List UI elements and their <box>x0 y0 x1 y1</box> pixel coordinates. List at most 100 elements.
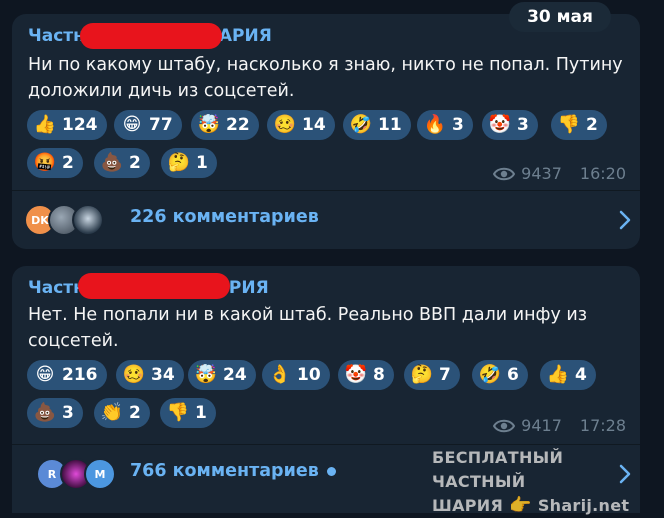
commenter-avatars: R M <box>24 458 124 490</box>
avatar <box>72 204 104 236</box>
thinking-face-icon: 🤔 <box>167 152 191 173</box>
reaction-count: 2 <box>62 153 74 173</box>
reaction-count: 4 <box>575 365 587 385</box>
reaction-pill[interactable]: 🤔 7 <box>404 360 460 390</box>
reaction-count: 2 <box>129 153 141 173</box>
avatar: M <box>84 458 116 490</box>
author-name-prefix: Частн <box>28 26 85 46</box>
comments-bar[interactable]: DK 226 комментариев <box>12 192 640 248</box>
reaction-count: 34 <box>151 365 175 385</box>
clapping-hands-icon: 👏 <box>100 402 124 423</box>
redaction-mark <box>78 273 230 299</box>
thumbs-up-icon: 👍 <box>546 364 570 385</box>
reaction-pill[interactable]: 👍 124 <box>27 110 107 140</box>
reaction-pill[interactable]: 🤡 8 <box>338 360 394 390</box>
view-count: 9437 <box>521 164 562 183</box>
watermark-name: ШАРИЯ <box>432 496 504 515</box>
post-time: 16:20 <box>579 164 626 183</box>
thumbs-up-icon: 👍 <box>33 114 57 135</box>
woozy-face-icon: 🥴 <box>273 114 297 135</box>
pointing-hand-icon: 👉 <box>509 495 532 516</box>
reaction-count: 10 <box>297 365 321 385</box>
cursing-face-icon: 🤬 <box>33 152 57 173</box>
reaction-count: 22 <box>226 115 250 135</box>
reaction-pill[interactable]: 🤣 11 <box>343 110 411 140</box>
reaction-pill[interactable]: 😁 216 <box>27 360 107 390</box>
reaction-pill[interactable]: 😁 77 <box>114 110 182 140</box>
watermark-site: Sharij.net <box>537 496 630 515</box>
reaction-pill[interactable]: 🤬 2 <box>27 148 83 178</box>
message-text: Нет. Не попали ни в какой штаб. Реально … <box>28 305 588 351</box>
message-text: Ни по какому штабу, насколько я знаю, ни… <box>28 55 623 101</box>
redaction-mark <box>80 23 222 49</box>
clown-face-icon: 🤡 <box>344 364 368 385</box>
watermark-line1: БЕСПЛАТНЫЙ ЧАСТНЫЙ <box>432 448 564 491</box>
reaction-pill[interactable]: 👏 2 <box>94 398 150 428</box>
reaction-pill[interactable]: 🤔 1 <box>161 148 217 178</box>
exploding-head-icon: 🤯 <box>194 364 218 385</box>
grinning-face-icon: 😁 <box>122 114 142 135</box>
reaction-pill[interactable]: 🤯 22 <box>191 110 259 140</box>
reaction-pill[interactable]: 🔥 3 <box>417 110 473 140</box>
thumbs-down-icon: 👎 <box>557 114 581 135</box>
reaction-pill[interactable]: 👍 4 <box>540 360 596 390</box>
author-name-suffix: РИЯ <box>228 278 269 298</box>
thumbs-down-icon: 👎 <box>166 402 190 423</box>
reaction-count: 2 <box>586 115 598 135</box>
post-meta: 9437 16:20 <box>493 164 626 183</box>
reaction-pill[interactable]: 🤡 3 <box>482 110 538 140</box>
reaction-count: 8 <box>373 365 385 385</box>
reaction-count: 11 <box>378 115 402 135</box>
comments-label[interactable]: 766 комментариев <box>130 461 336 481</box>
watermark: БЕСПЛАТНЫЙ ЧАСТНЫЙ ШАРИЯ 👉 Sharij.net <box>432 446 662 518</box>
reaction-pill[interactable]: 👎 1 <box>160 398 216 428</box>
fire-icon: 🔥 <box>423 114 447 135</box>
reaction-count: 1 <box>196 153 208 173</box>
channel-post: Частн АРИЯ Ни по какому штабу, насколько … <box>12 14 640 249</box>
eye-icon <box>493 167 516 180</box>
ok-hand-icon: 👌 <box>268 364 292 385</box>
grinning-face-icon: 😁 <box>35 364 55 385</box>
reaction-count: 14 <box>302 115 326 135</box>
reaction-count: 7 <box>439 365 451 385</box>
reaction-pill[interactable]: 🤣 6 <box>472 360 528 390</box>
rofl-face-icon: 🤣 <box>349 114 373 135</box>
view-count: 9417 <box>521 416 562 435</box>
reaction-count: 24 <box>223 365 247 385</box>
reaction-pill[interactable]: 🥴 14 <box>267 110 335 140</box>
post-meta: 9417 17:28 <box>493 416 626 435</box>
author-name-prefix: Частн <box>28 278 85 298</box>
reaction-count: 6 <box>507 365 519 385</box>
reaction-count: 77 <box>149 115 173 135</box>
pile-of-poo-icon: 💩 <box>33 402 57 423</box>
reaction-count: 2 <box>129 403 141 423</box>
reaction-count: 3 <box>452 115 464 135</box>
post-time: 17:28 <box>579 416 626 435</box>
comments-label[interactable]: 226 комментариев <box>130 207 319 227</box>
pile-of-poo-icon: 💩 <box>100 152 124 173</box>
eye-icon <box>493 419 516 432</box>
reaction-pill[interactable]: 🥴 34 <box>116 360 184 390</box>
divider <box>12 444 640 445</box>
reaction-count: 216 <box>62 365 98 385</box>
reaction-pill[interactable]: 💩 2 <box>94 148 150 178</box>
chevron-right-icon[interactable] <box>618 210 632 230</box>
rofl-face-icon: 🤣 <box>478 364 502 385</box>
reaction-pill[interactable]: 👌 10 <box>262 360 330 390</box>
reaction-pill[interactable]: 💩 3 <box>27 398 83 428</box>
reaction-pill[interactable]: 🤯 24 <box>188 360 256 390</box>
reaction-count: 1 <box>195 403 207 423</box>
date-badge: 30 мая <box>509 2 611 32</box>
reaction-count: 124 <box>62 115 98 135</box>
reaction-count: 3 <box>62 403 74 423</box>
commenter-avatars: DK <box>24 204 124 236</box>
thinking-face-icon: 🤔 <box>410 364 434 385</box>
unread-indicator <box>326 466 336 476</box>
divider <box>12 190 640 191</box>
woozy-face-icon: 🥴 <box>122 364 146 385</box>
reaction-count: 3 <box>517 115 529 135</box>
exploding-head-icon: 🤯 <box>197 114 221 135</box>
clown-face-icon: 🤡 <box>488 114 512 135</box>
reaction-pill[interactable]: 👎 2 <box>551 110 607 140</box>
watermark-line2: ШАРИЯ 👉 Sharij.net <box>432 494 662 518</box>
